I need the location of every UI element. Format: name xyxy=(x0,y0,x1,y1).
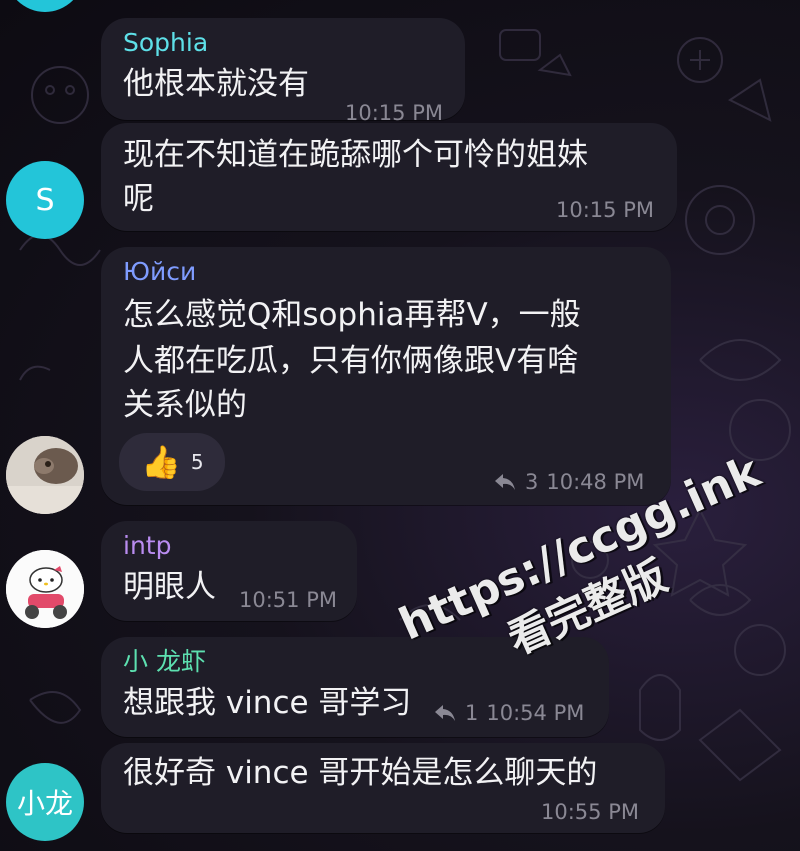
message-time: 10:54 PM xyxy=(486,701,585,725)
message-bubble[interactable]: 很好奇 vince 哥开始是怎么聊天的 10:55 PM xyxy=(101,743,665,833)
sender-name[interactable]: 小 龙虾 xyxy=(123,647,206,677)
message-text-line: 人都在吃瓜，只有你俩像跟V有啥 xyxy=(123,343,579,379)
avatar-s[interactable]: S xyxy=(6,161,84,239)
message-text-line: 呢 xyxy=(123,181,154,217)
sender-name[interactable]: intp xyxy=(123,531,171,561)
message-text-line: 现在不知道在跪舔哪个可怜的姐妹 xyxy=(123,137,588,173)
message-text: 想跟我 vince 哥学习 xyxy=(123,685,412,721)
message-bubble[interactable]: Sophia 他根本就没有 10:15 PM xyxy=(101,18,465,125)
reply-count: 3 xyxy=(525,470,539,494)
avatar-label: 小龙 xyxy=(16,787,73,820)
cat-photo-icon xyxy=(6,436,84,514)
reply-arrow-icon xyxy=(495,474,515,490)
reaction-count: 5 xyxy=(190,450,204,474)
sender-name[interactable]: Юйси xyxy=(123,257,196,287)
avatar-xiaolong[interactable]: 小龙 xyxy=(6,763,84,841)
message-time: 10:55 PM xyxy=(541,800,639,824)
sender-name[interactable]: Sophia xyxy=(123,28,208,58)
reply-count: 1 xyxy=(465,701,479,725)
avatar-letter: S xyxy=(35,182,55,218)
thumbs-up-icon: 👍 xyxy=(141,443,181,481)
message-time: 10:51 PM xyxy=(239,588,337,612)
message-bubble[interactable]: 现在不知道在跪舔哪个可怜的姐妹 呢 10:15 PM xyxy=(101,123,677,231)
avatar-cat[interactable] xyxy=(6,436,84,514)
message-time: 10:48 PM xyxy=(546,470,645,494)
message-bubble[interactable]: intp 明眼人 10:51 PM xyxy=(101,521,357,621)
message-time: 10:15 PM xyxy=(556,198,654,222)
reaction-thumbs-up[interactable]: 👍 5 xyxy=(119,433,225,491)
message-text-line: 怎么感觉Q和sophia再帮V，一般 xyxy=(123,297,581,333)
replies-indicator[interactable]: 3 10:48 PM xyxy=(493,469,644,495)
message-text-line: 关系似的 xyxy=(123,387,247,423)
message-text: 明眼人 xyxy=(123,569,216,605)
message-text: 很好奇 vince 哥开始是怎么聊天的 xyxy=(123,755,598,791)
message-text: 他根本就没有 xyxy=(123,66,309,102)
avatar-hello-kitty[interactable] xyxy=(6,550,84,628)
reply-arrow-icon xyxy=(435,705,455,721)
message-bubble[interactable]: Юйси 怎么感觉Q和sophia再帮V，一般 人都在吃瓜，只有你俩像跟V有啥 … xyxy=(101,247,671,505)
replies-indicator[interactable]: 1 10:54 PM xyxy=(433,700,584,726)
hello-kitty-icon xyxy=(6,550,84,628)
